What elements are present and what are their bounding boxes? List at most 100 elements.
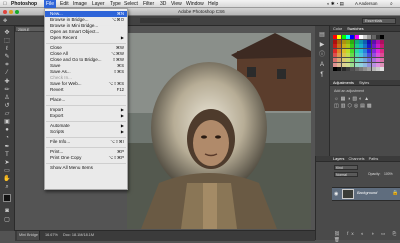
type-tool-icon[interactable]: T [3, 152, 11, 159]
layers-panel-header: Layers Channels Paths [316, 156, 400, 162]
align-controls[interactable] [140, 18, 180, 23]
color-swatch[interactable] [380, 67, 385, 72]
menu-item-shortcut: ⌥⇧⌘I [110, 139, 124, 144]
minimize-window-icon[interactable] [9, 10, 13, 14]
apple-icon[interactable]:  [3, 1, 7, 7]
move-tool-icon[interactable]: ✥ [3, 18, 7, 24]
color-swatch[interactable] [380, 62, 385, 67]
quick-mask-icon[interactable]: ◙ [3, 208, 11, 215]
mini-bridge-tab[interactable]: Mini Bridge [17, 231, 40, 240]
dodge-tool-icon[interactable]: ◔ [3, 135, 11, 142]
menu-item-label: File Info... [50, 139, 71, 144]
layer-actions-icons[interactable]: ⛓ fx ◐ ◑ ▭ ⎘ 🗑 [334, 231, 400, 243]
healing-brush-tool-icon[interactable]: ✚ [3, 79, 11, 86]
pen-tool-icon[interactable]: ✒ [3, 144, 11, 151]
layer-row-background[interactable]: ◉ Background 🔒 [332, 187, 400, 201]
menu-filter[interactable]: Filter [143, 1, 154, 7]
menu-item-label: Open Recent [50, 35, 78, 40]
move-tool-icon[interactable]: ✥ [3, 30, 11, 37]
opacity-value[interactable]: 100% [384, 172, 393, 176]
marquee-tool-icon[interactable]: ⬚ [3, 38, 11, 45]
paragraph-icon[interactable]: ¶ [318, 72, 326, 79]
color-swatch[interactable] [380, 39, 385, 44]
menu-image[interactable]: Image [73, 1, 87, 7]
layer-filter-select[interactable]: Kind [334, 165, 358, 170]
tab-layers[interactable]: Layers [333, 157, 344, 161]
menu-item-label: Export [50, 113, 64, 118]
menu-item-print-one-copy[interactable]: Print One Copy ⌥⇧⌘P [45, 155, 127, 161]
lock-icon: 🔒 [392, 190, 399, 196]
menu-item-file-info[interactable]: File Info... ⌥⇧⌘I [45, 139, 127, 145]
menu-file[interactable]: File [44, 0, 57, 8]
menu-edit[interactable]: Edit [60, 1, 69, 7]
menu-item-shortcut: F12 [116, 87, 124, 92]
color-swatch[interactable] [380, 53, 385, 58]
foreground-color-swatch[interactable] [3, 194, 11, 202]
menu-item-export[interactable]: Export ▶ [45, 113, 127, 119]
submenu-arrow-icon: ▶ [120, 35, 124, 40]
screen-mode-icon[interactable]: ▢ [3, 217, 11, 224]
shape-tool-icon[interactable]: ▭ [3, 168, 11, 175]
menu-window[interactable]: Window [186, 1, 204, 7]
tab-swatches[interactable]: Swatches [347, 27, 363, 31]
eyedropper-tool-icon[interactable]: ⁄ [3, 70, 11, 77]
zoom-tool-icon[interactable]: ⌕ [3, 184, 11, 191]
character-icon[interactable]: A [318, 62, 326, 69]
menu-item-show-all-menu-items[interactable]: Show All Menu Items [45, 165, 127, 171]
lasso-tool-icon[interactable]: ℓ [3, 46, 11, 53]
menu-item-label: Show All Menu Items [50, 165, 93, 170]
history-brush-tool-icon[interactable]: ↺ [3, 103, 11, 110]
hand-tool-icon[interactable]: ✋ [3, 176, 11, 183]
menu-item-revert[interactable]: Revert F12 [45, 87, 127, 93]
document-tab[interactable]: 2509.E [15, 26, 45, 32]
adjustment-icons[interactable]: ☼▦◑▧◐▲ [334, 96, 371, 102]
color-swatch[interactable] [380, 44, 385, 49]
properties-icon[interactable]: ⓘ [318, 52, 326, 59]
menu-help[interactable]: Help [208, 1, 218, 7]
crop-tool-icon[interactable]: ⌗ [3, 62, 11, 69]
menu-item-scripts[interactable]: Scripts ▶ [45, 129, 127, 135]
menu-item-place[interactable]: Place... [45, 97, 127, 103]
doc-info: Doc: 18.1M/18.1M [63, 233, 95, 237]
app-menu[interactable]: Photoshop [11, 1, 37, 7]
tab-paths[interactable]: Paths [369, 157, 379, 161]
status-bar: Mini Bridge 16.67% Doc: 18.1M/18.1M [15, 230, 315, 241]
zoom-level[interactable]: 16.67% [45, 231, 58, 240]
clone-stamp-tool-icon[interactable]: ♙ [3, 95, 11, 102]
quick-select-tool-icon[interactable]: ✎ [3, 54, 11, 61]
color-swatch[interactable] [380, 48, 385, 53]
tab-adjustments[interactable]: Adjustments [333, 81, 354, 85]
history-icon[interactable]: ▤ [318, 32, 326, 39]
eye-icon[interactable]: ◉ [334, 191, 338, 197]
zoom-window-icon[interactable] [15, 10, 19, 14]
eraser-tool-icon[interactable]: ▱ [3, 111, 11, 118]
spotlight-icon[interactable]: ⌕ [390, 1, 393, 7]
tab-channels[interactable]: Channels [348, 157, 364, 161]
menu-separator [46, 94, 126, 96]
swatches-grid[interactable] [333, 35, 385, 73]
adjustment-icons-row2[interactable]: ◫▥⬡◎▤▩ [334, 103, 374, 109]
blur-tool-icon[interactable]: ● [3, 127, 11, 134]
menu-separator [46, 42, 126, 44]
panel-icon-dock: ▤ ▶ ⓘ A ¶ [315, 26, 330, 156]
gradient-tool-icon[interactable]: ▣ [3, 119, 11, 126]
actions-icon[interactable]: ▶ [318, 42, 326, 49]
workspace-switcher[interactable]: Essentials [362, 18, 396, 24]
color-swatch[interactable] [380, 35, 385, 39]
menu-separator [46, 136, 126, 138]
menu-3d[interactable]: 3D [160, 1, 166, 7]
menu-item-open-recent[interactable]: Open Recent ▶ [45, 35, 127, 41]
close-window-icon[interactable] [3, 10, 7, 14]
path-select-tool-icon[interactable]: ➤ [3, 160, 11, 167]
menu-layer[interactable]: Layer [92, 1, 105, 7]
menu-view[interactable]: View [171, 1, 182, 7]
menu-type[interactable]: Type [110, 1, 121, 7]
user-name[interactable]: A Anderson [355, 1, 377, 7]
tab-styles[interactable]: Styles [359, 81, 369, 85]
layer-name[interactable]: Background [357, 191, 377, 195]
blend-mode-select[interactable]: Normal [334, 172, 358, 177]
menu-select[interactable]: Select [124, 1, 138, 7]
tab-color[interactable]: Color [333, 27, 342, 31]
brush-tool-icon[interactable]: ✏ [3, 87, 11, 94]
color-swatch[interactable] [380, 58, 385, 62]
